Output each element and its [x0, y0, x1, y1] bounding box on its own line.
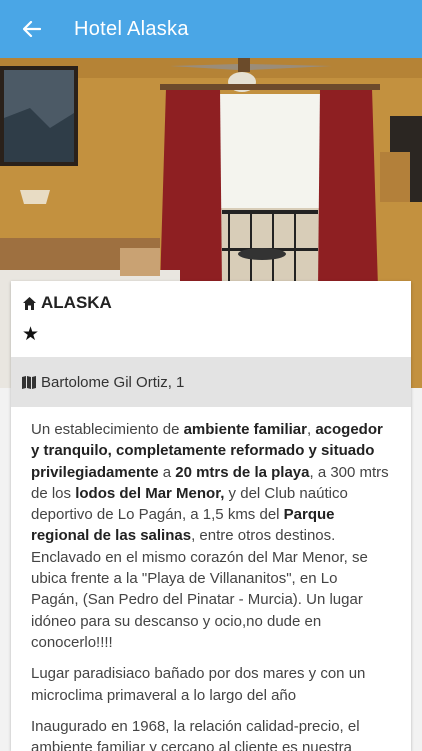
hotel-name: ALASKA	[22, 291, 400, 315]
description-paragraph-1: Un establecimiento de ambiente familiar,…	[31, 421, 389, 651]
description-paragraph-2: Lugar paradisiaco bañado por dos mares y…	[31, 665, 366, 704]
home-icon	[22, 296, 37, 311]
description: Un establecimiento de ambiente familiar,…	[11, 407, 411, 751]
hotel-header: ALASKA ★	[11, 281, 411, 357]
address-row: Bartolome Gil Ortiz, 1	[11, 357, 411, 407]
back-button[interactable]	[22, 19, 42, 39]
arrow-left-icon	[23, 21, 41, 37]
hotel-name-text: ALASKA	[41, 293, 112, 312]
app-bar: Hotel Alaska	[0, 0, 422, 58]
star-rating: ★	[22, 324, 40, 345]
description-paragraph-3: Inaugurado en 1968, la relación calidad-…	[31, 717, 360, 751]
hotel-info-card: ALASKA ★ Bartolome Gil Ortiz, 1 Un estab…	[11, 281, 411, 751]
page-title: Hotel Alaska	[74, 17, 189, 40]
address-text: Bartolome Gil Ortiz, 1	[41, 373, 185, 391]
map-icon	[22, 375, 36, 389]
